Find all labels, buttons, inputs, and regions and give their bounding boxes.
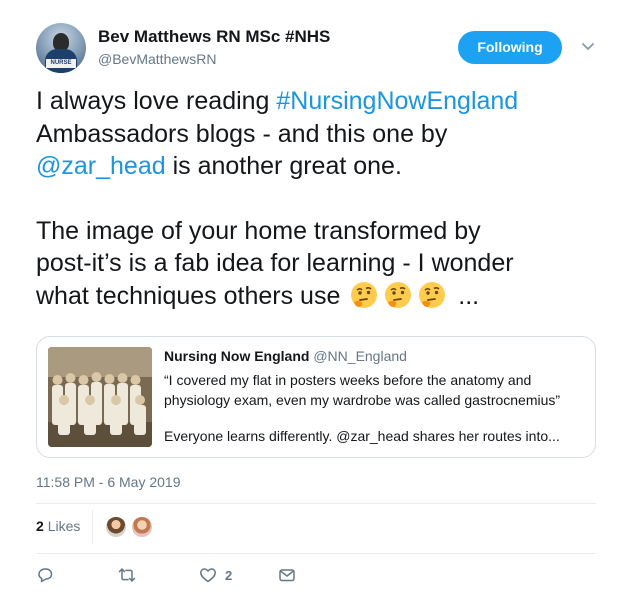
likes-label: Likes (47, 518, 81, 534)
liker-avatar[interactable] (104, 515, 128, 539)
tweet-timestamp[interactable]: 11:58 PM - 6 May 2019 (36, 474, 180, 490)
author-handle[interactable]: @BevMatthewsRN (98, 51, 216, 67)
tweet-text-segment: The image of your home transformed by (36, 216, 481, 245)
reply-button[interactable] (36, 566, 54, 584)
thinking-face-icon (385, 281, 412, 308)
divider (36, 553, 596, 554)
quoted-text-line: Everyone learns differently. @zar_head s… (164, 428, 560, 444)
tweet-text-ellipsis: ... (458, 281, 480, 310)
tweet-text: I always love reading #NursingNowEngland… (36, 85, 606, 312)
quoted-tweet-text: “I covered my flat in posters weeks befo… (164, 370, 584, 446)
quoted-author-name: Nursing Now England (164, 348, 310, 364)
divider (36, 503, 596, 504)
divider (92, 510, 93, 544)
following-button[interactable]: Following (458, 31, 562, 64)
likes-summary[interactable]: 2 Likes (36, 518, 80, 534)
reply-icon (38, 568, 53, 583)
liker-avatar[interactable] (130, 515, 154, 539)
mention-link[interactable]: @zar_head (36, 152, 166, 180)
quoted-tweet-author[interactable]: Nursing Now England @NN_England (164, 348, 407, 364)
like-button[interactable]: 2 (199, 566, 232, 584)
tweet-text-segment: I always love reading (36, 87, 277, 115)
tweet-text-segment: Ambassadors blogs - and this one by (36, 119, 448, 148)
avatar-badge: NURSE (46, 59, 76, 68)
quoted-author-handle: @NN_England (313, 348, 407, 364)
tweet-text-segment: is another great one. (165, 152, 402, 180)
retweet-button[interactable] (118, 566, 136, 584)
hashtag-link[interactable]: #NursingNowEngland (276, 87, 518, 115)
chevron-down-icon[interactable] (580, 38, 596, 54)
quoted-tweet-card[interactable]: Nursing Now England @NN_England “I cover… (36, 336, 596, 458)
quoted-tweet-photo (48, 347, 152, 447)
heart-icon (200, 568, 216, 583)
like-count: 2 (225, 567, 233, 583)
quoted-text-line: “I covered my flat in posters weeks befo… (164, 372, 532, 388)
envelope-icon (279, 569, 295, 582)
likes-count: 2 (36, 518, 44, 534)
tweet-text-segment: what techniques others use (36, 281, 341, 310)
nurses-group-photo (48, 347, 152, 447)
quoted-text-line: physiology exam, even my wardrobe was ca… (164, 392, 561, 408)
direct-message-button[interactable] (278, 566, 296, 584)
retweet-icon (118, 568, 136, 582)
author-avatar[interactable]: NURSE (36, 23, 86, 73)
tweet-text-segment: post-it’s is a fab idea for learning - I… (36, 249, 514, 277)
author-display-name[interactable]: Bev Matthews RN MSc #NHS (98, 27, 330, 47)
thinking-face-icon (419, 281, 446, 308)
thinking-face-icon (351, 281, 378, 308)
